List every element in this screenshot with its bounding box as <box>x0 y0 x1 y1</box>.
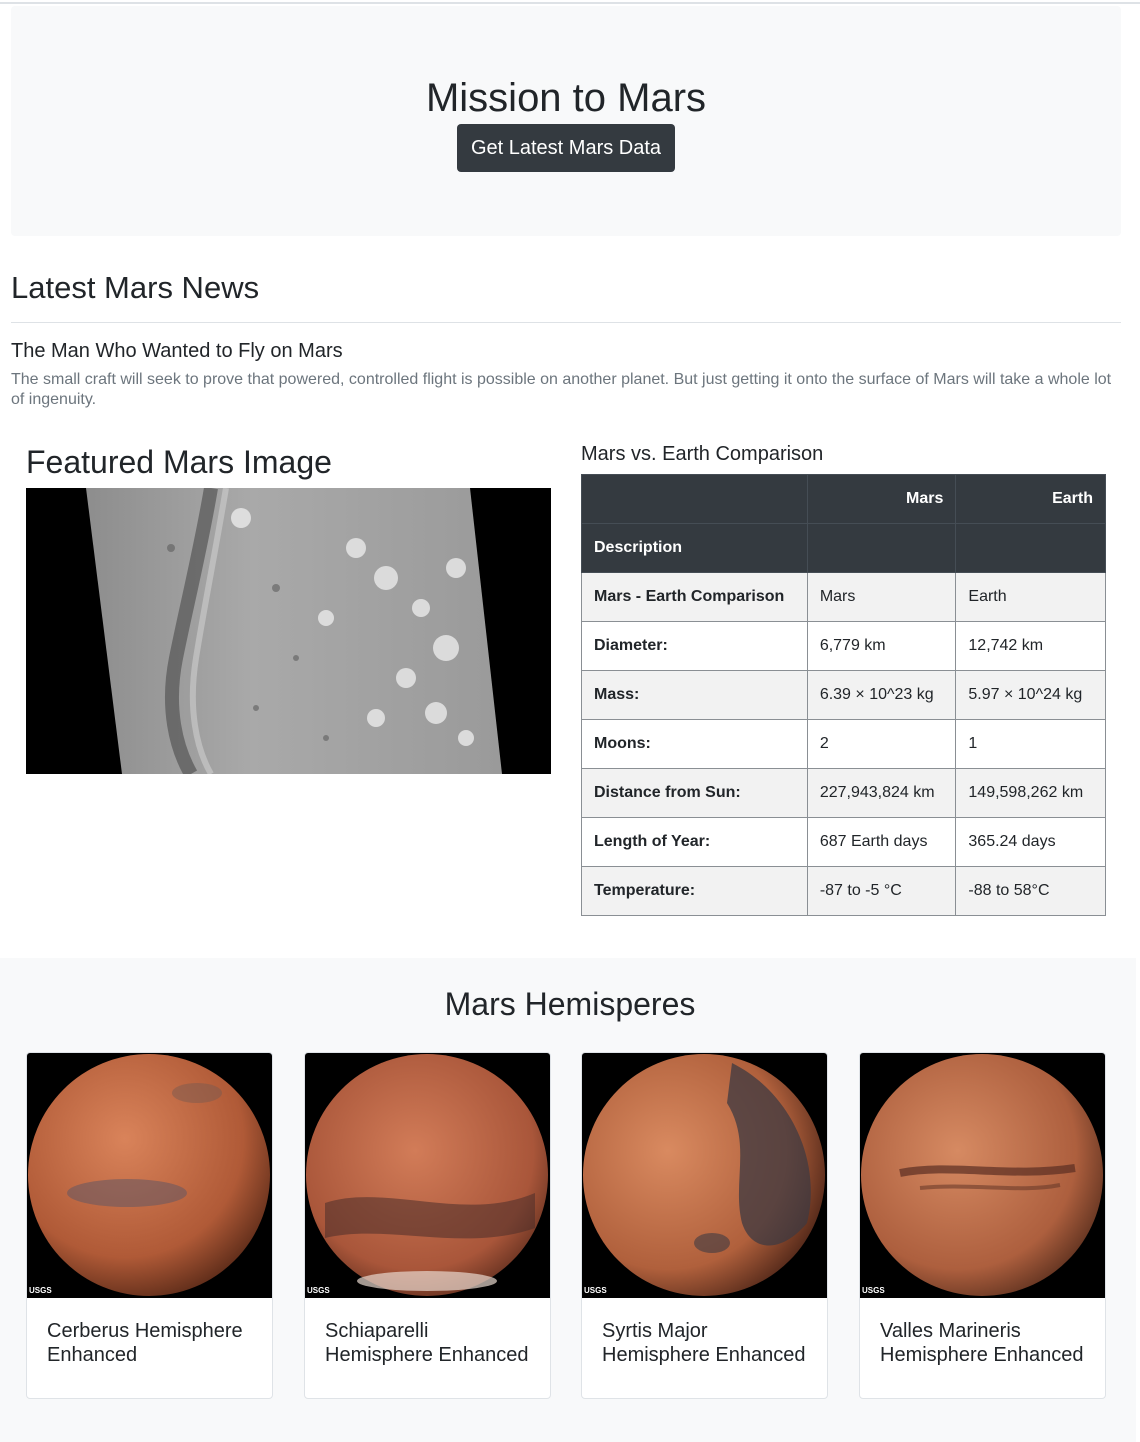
hemisphere-image-cerberus[interactable]: USGS <box>27 1053 272 1298</box>
earth-value-cell: 12,742 km <box>955 621 1106 671</box>
article-teaser: The small craft will seek to prove that … <box>11 371 1112 408</box>
empty-header-cell <box>955 523 1106 573</box>
earth-value-cell: 1 <box>955 719 1106 769</box>
mars-value-cell: 227,943,824 km <box>806 768 957 818</box>
mars-value-cell: 6,779 km <box>806 621 957 671</box>
hemisphere-label[interactable]: Schiaparelli Hemisphere Enhanced <box>325 1319 535 1367</box>
hemisphere-card-valles-marineris[interactable]: USGS Valles Marineris Hemisphere Enhance… <box>859 1052 1106 1399</box>
table-row: Temperature: -87 to -5 °C -88 to 58°C <box>581 866 1106 916</box>
empty-header-cell <box>806 523 957 573</box>
hemisphere-image-valles-marineris[interactable]: USGS <box>860 1053 1105 1298</box>
table-row: Mars - Earth Comparison Mars Earth <box>581 572 1106 622</box>
row-label: Diameter: <box>581 621 808 671</box>
top-border <box>0 2 1140 4</box>
earth-value-cell: Earth <box>955 572 1106 622</box>
row-label: Mass: <box>581 670 808 720</box>
usgs-watermark: USGS <box>584 1286 607 1295</box>
table-row: Mass: 6.39 × 10^23 kg 5.97 × 10^24 kg <box>581 670 1106 720</box>
table-index-row: Description <box>581 523 1106 573</box>
table-row: Moons: 2 1 <box>581 719 1106 769</box>
usgs-watermark: USGS <box>307 1286 330 1295</box>
hemispheres-title: Mars Hemisperes <box>444 986 696 1022</box>
featured-image-title: Featured Mars Image <box>26 444 332 480</box>
usgs-watermark: USGS <box>29 1286 52 1295</box>
comparison-title: Mars vs. Earth Comparison <box>581 443 824 465</box>
row-label: Mars - Earth Comparison <box>581 572 808 622</box>
table-row: Distance from Sun: 227,943,824 km 149,598,… <box>581 768 1106 818</box>
column-header-earth: Earth <box>955 474 1106 524</box>
table-row: Diameter: 6,779 km 12,742 km <box>581 621 1106 671</box>
row-label: Length of Year: <box>581 817 808 867</box>
featured-mars-image <box>26 488 551 774</box>
get-latest-data-button[interactable]: Get Latest Mars Data <box>457 124 675 172</box>
earth-value-cell: 365.24 days <box>955 817 1106 867</box>
hemisphere-label[interactable]: Syrtis Major Hemisphere Enhanced <box>602 1319 812 1367</box>
article-title: The Man Who Wanted to Fly on Mars <box>11 340 343 362</box>
hero-banner: Mission to Mars Get Latest Mars Data <box>11 6 1121 236</box>
table-row: Length of Year: 687 Earth days 365.24 days <box>581 817 1106 867</box>
mars-value-cell: Mars <box>806 572 957 622</box>
mars-value-cell: -87 to -5 °C <box>806 866 957 916</box>
page-title: Mission to Mars <box>425 76 707 120</box>
hemisphere-label[interactable]: Cerberus Hemisphere Enhanced <box>47 1319 257 1367</box>
table-header-row: Mars Earth <box>581 474 1106 524</box>
mars-value-cell: 2 <box>806 719 957 769</box>
hemisphere-card-cerberus[interactable]: USGS Cerberus Hemisphere Enhanced <box>26 1052 273 1399</box>
row-label: Distance from Sun: <box>581 768 808 818</box>
mars-value-cell: 6.39 × 10^23 kg <box>806 670 957 720</box>
usgs-watermark: USGS <box>862 1286 885 1295</box>
column-header-mars: Mars <box>806 474 957 524</box>
index-label: Description <box>581 523 808 573</box>
hemisphere-label[interactable]: Valles Marineris Hemisphere Enhanced <box>880 1319 1090 1367</box>
hemisphere-card-schiaparelli[interactable]: USGS Schiaparelli Hemisphere Enhanced <box>304 1052 551 1399</box>
hemisphere-image-schiaparelli[interactable]: USGS <box>305 1053 550 1298</box>
hemisphere-image-syrtis-major[interactable]: USGS <box>582 1053 827 1298</box>
row-label: Temperature: <box>581 866 808 916</box>
mars-earth-comparison-table: Mars Earth Description Mars - Earth Comp… <box>581 474 1106 916</box>
column-header <box>581 474 808 524</box>
divider <box>11 322 1121 323</box>
row-label: Moons: <box>581 719 808 769</box>
earth-value-cell: -88 to 58°C <box>955 866 1106 916</box>
earth-value-cell: 149,598,262 km <box>955 768 1106 818</box>
news-section-title: Latest Mars News <box>11 270 260 305</box>
mars-value-cell: 687 Earth days <box>806 817 957 867</box>
hemisphere-card-syrtis-major[interactable]: USGS Syrtis Major Hemisphere Enhanced <box>581 1052 828 1399</box>
earth-value-cell: 5.97 × 10^24 kg <box>955 670 1106 720</box>
